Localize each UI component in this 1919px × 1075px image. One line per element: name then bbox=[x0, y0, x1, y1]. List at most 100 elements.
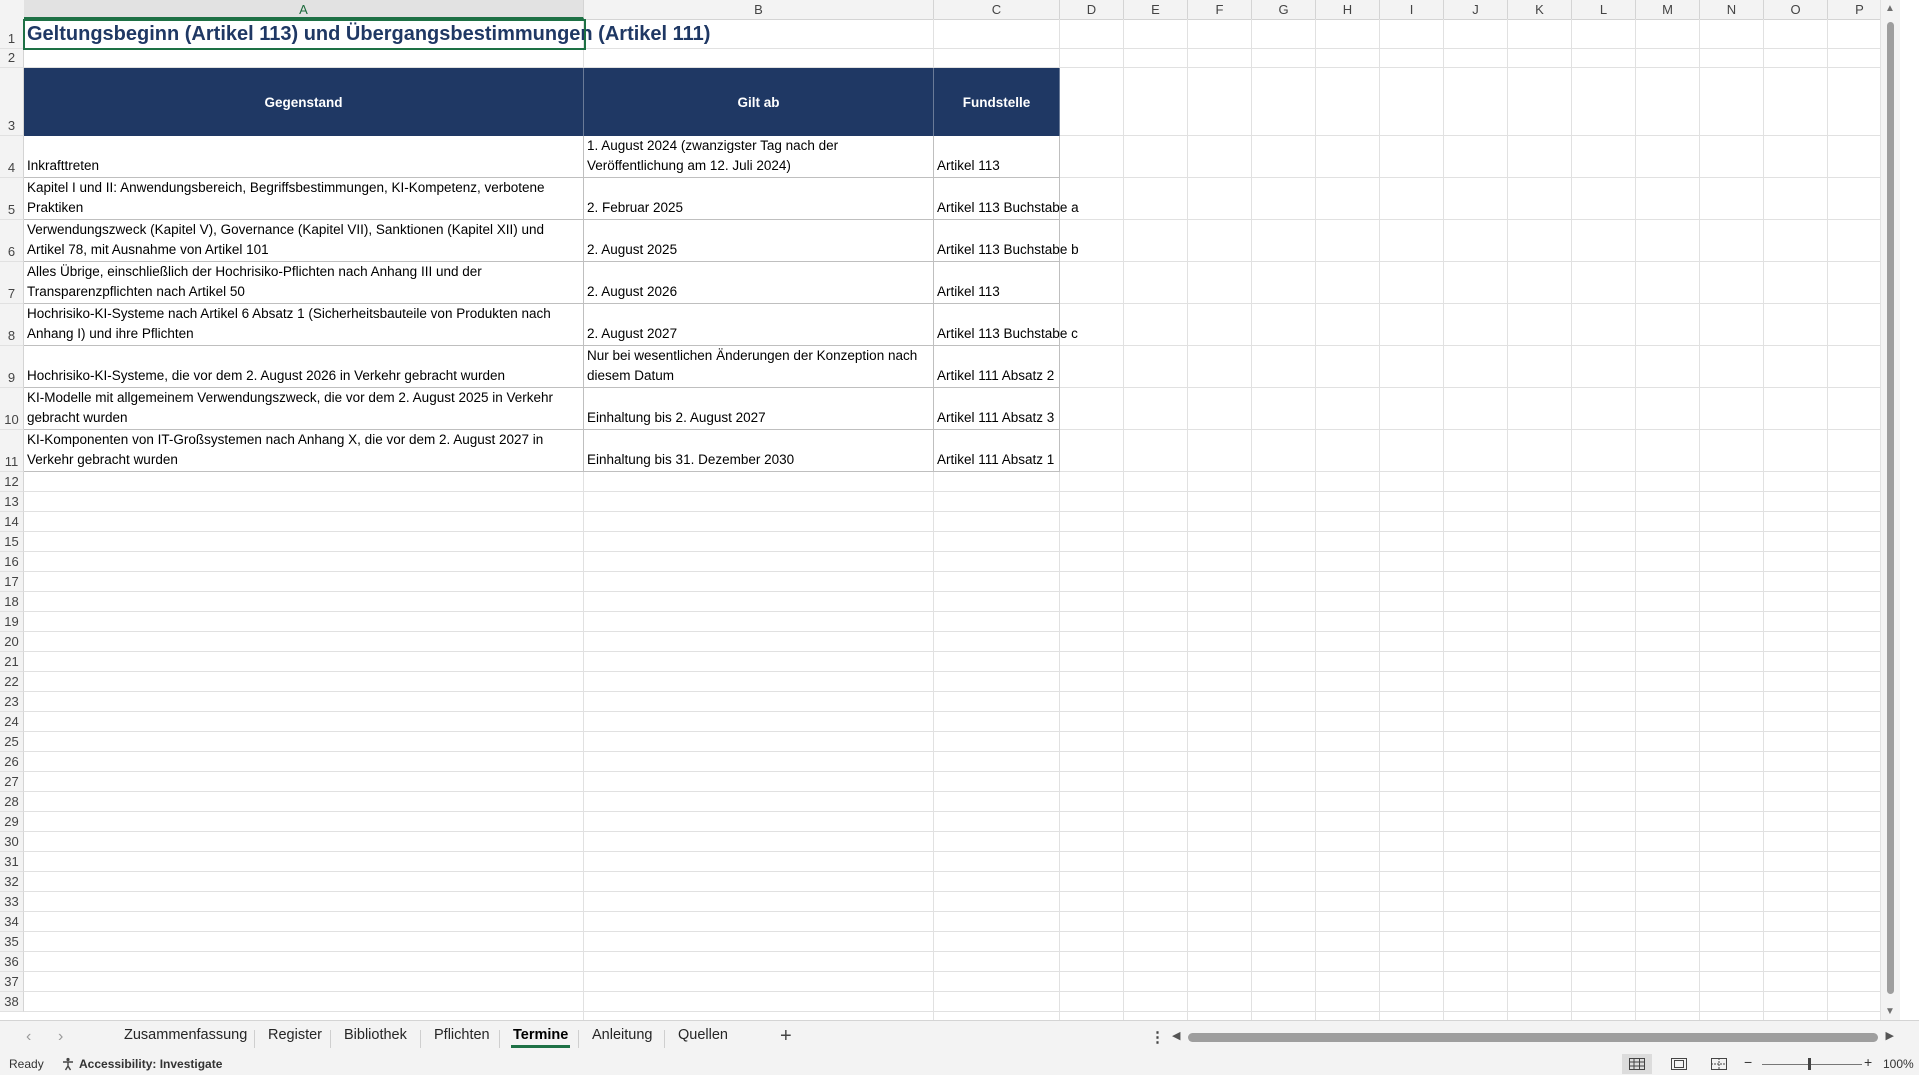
row-header-9[interactable]: 9 bbox=[0, 346, 24, 388]
zoom-in-icon[interactable]: + bbox=[1864, 1054, 1872, 1070]
row-header-38[interactable]: 38 bbox=[0, 992, 24, 1012]
column-header-k[interactable]: K bbox=[1508, 0, 1572, 19]
row-header-14[interactable]: 14 bbox=[0, 512, 24, 532]
row-header-24[interactable]: 24 bbox=[0, 712, 24, 732]
sheet-tab-bibliothek[interactable]: Bibliothek bbox=[342, 1027, 409, 1043]
accessibility-icon[interactable] bbox=[61, 1057, 75, 1074]
vertical-scrollbar[interactable]: ▲ ▼ bbox=[1880, 0, 1900, 1020]
vertical-scroll-thumb[interactable] bbox=[1887, 22, 1894, 994]
page-break-view-icon[interactable] bbox=[1704, 1054, 1734, 1074]
table-header-cell[interactable]: Gegenstand bbox=[24, 68, 584, 136]
zoom-slider[interactable] bbox=[1762, 1064, 1862, 1065]
row-header-6[interactable]: 6 bbox=[0, 220, 24, 262]
select-all-corner[interactable] bbox=[0, 0, 25, 19]
table-cell[interactable]: 2. August 2026 bbox=[584, 262, 934, 304]
table-cell[interactable]: 2. August 2025 bbox=[584, 220, 934, 262]
table-cell[interactable]: Einhaltung bis 31. Dezember 2030 bbox=[584, 430, 934, 472]
sheet-tab-zusammenfassung[interactable]: Zusammenfassung bbox=[122, 1027, 249, 1043]
row-header-25[interactable]: 25 bbox=[0, 732, 24, 752]
row-header-26[interactable]: 26 bbox=[0, 752, 24, 772]
column-header-g[interactable]: G bbox=[1252, 0, 1316, 19]
table-cell[interactable]: Hochrisiko-KI-Systeme nach Artikel 6 Abs… bbox=[24, 304, 584, 346]
row-header-30[interactable]: 30 bbox=[0, 832, 24, 852]
row-header-20[interactable]: 20 bbox=[0, 632, 24, 652]
row-header-5[interactable]: 5 bbox=[0, 178, 24, 220]
zoom-out-icon[interactable]: − bbox=[1744, 1054, 1752, 1070]
table-cell[interactable]: KI-Komponenten von IT-Großsystemen nach … bbox=[24, 430, 584, 472]
column-header-l[interactable]: L bbox=[1572, 0, 1636, 19]
table-cell[interactable]: Artikel 113 Buchstabe a bbox=[934, 178, 1079, 220]
row-header-13[interactable]: 13 bbox=[0, 492, 24, 512]
horizontal-scroll-thumb[interactable] bbox=[1188, 1033, 1878, 1042]
table-cell[interactable]: Artikel 111 Absatz 3 bbox=[934, 388, 1060, 430]
scroll-up-icon[interactable]: ▲ bbox=[1885, 3, 1895, 14]
table-cell[interactable]: Artikel 113 Buchstabe c bbox=[934, 304, 1078, 346]
row-header-33[interactable]: 33 bbox=[0, 892, 24, 912]
scroll-down-icon[interactable]: ▼ bbox=[1885, 1006, 1895, 1017]
more-options-icon[interactable]: ⋮ bbox=[1150, 1028, 1165, 1046]
table-cell[interactable]: 2. Februar 2025 bbox=[584, 178, 934, 220]
sheet-tab-anleitung[interactable]: Anleitung bbox=[590, 1027, 654, 1043]
zoom-slider-thumb[interactable] bbox=[1808, 1058, 1811, 1070]
table-cell[interactable]: KI-Modelle mit allgemeinem Verwendungszw… bbox=[24, 388, 584, 430]
column-header-o[interactable]: O bbox=[1764, 0, 1828, 19]
column-header-m[interactable]: M bbox=[1636, 0, 1700, 19]
row-header-3[interactable]: 3 bbox=[0, 68, 24, 136]
column-header-j[interactable]: J bbox=[1444, 0, 1508, 19]
row-header-27[interactable]: 27 bbox=[0, 772, 24, 792]
column-header-f[interactable]: F bbox=[1188, 0, 1252, 19]
table-cell[interactable]: Hochrisiko-KI-Systeme, die vor dem 2. Au… bbox=[24, 346, 584, 388]
row-header-17[interactable]: 17 bbox=[0, 572, 24, 592]
column-header-c[interactable]: C bbox=[934, 0, 1060, 19]
normal-view-icon[interactable] bbox=[1622, 1054, 1652, 1074]
tab-next-icon[interactable]: › bbox=[58, 1028, 63, 1046]
table-cell[interactable]: Alles Übrige, einschließlich der Hochris… bbox=[24, 262, 584, 304]
accessibility-status[interactable]: Accessibility: Investigate bbox=[79, 1057, 222, 1071]
table-header-cell[interactable]: Gilt ab bbox=[584, 68, 934, 136]
table-cell[interactable]: Inkrafttreten bbox=[24, 136, 584, 178]
zoom-level[interactable]: 100% bbox=[1883, 1057, 1914, 1071]
row-header-36[interactable]: 36 bbox=[0, 952, 24, 972]
table-cell[interactable]: Artikel 113 bbox=[934, 262, 1060, 304]
row-header-34[interactable]: 34 bbox=[0, 912, 24, 932]
row-header-29[interactable]: 29 bbox=[0, 812, 24, 832]
horizontal-scrollbar[interactable]: ◀ ▶ bbox=[1172, 1030, 1894, 1042]
sheet-tab-quellen[interactable]: Quellen bbox=[676, 1027, 730, 1043]
row-header-1[interactable]: 1 bbox=[0, 19, 24, 49]
column-header-e[interactable]: E bbox=[1124, 0, 1188, 19]
row-header-15[interactable]: 15 bbox=[0, 532, 24, 552]
row-header-12[interactable]: 12 bbox=[0, 472, 24, 492]
row-header-10[interactable]: 10 bbox=[0, 388, 24, 430]
row-header-2[interactable]: 2 bbox=[0, 49, 24, 68]
row-header-16[interactable]: 16 bbox=[0, 552, 24, 572]
row-header-7[interactable]: 7 bbox=[0, 262, 24, 304]
table-header-cell[interactable]: Fundstelle bbox=[934, 68, 1060, 136]
row-header-22[interactable]: 22 bbox=[0, 672, 24, 692]
table-cell[interactable]: 1. August 2024 (zwanzigster Tag nach der… bbox=[584, 136, 934, 178]
row-header-31[interactable]: 31 bbox=[0, 852, 24, 872]
column-header-i[interactable]: I bbox=[1380, 0, 1444, 19]
column-header-d[interactable]: D bbox=[1060, 0, 1124, 19]
table-cell[interactable]: Einhaltung bis 2. August 2027 bbox=[584, 388, 934, 430]
row-header-32[interactable]: 32 bbox=[0, 872, 24, 892]
table-cell[interactable]: Nur bei wesentlichen Änderungen der Konz… bbox=[584, 346, 934, 388]
scroll-right-icon[interactable]: ▶ bbox=[1886, 1029, 1894, 1042]
scroll-left-icon[interactable]: ◀ bbox=[1172, 1029, 1180, 1042]
row-header-8[interactable]: 8 bbox=[0, 304, 24, 346]
row-header-28[interactable]: 28 bbox=[0, 792, 24, 812]
table-cell[interactable]: Artikel 111 Absatz 2 bbox=[934, 346, 1060, 388]
tab-prev-icon[interactable]: ‹ bbox=[26, 1028, 31, 1046]
sheet-title[interactable]: Geltungsbeginn (Artikel 113) und Übergan… bbox=[24, 19, 924, 49]
sheet-tab-pflichten[interactable]: Pflichten bbox=[432, 1027, 492, 1043]
table-cell[interactable]: Verwendungszweck (Kapitel V), Governance… bbox=[24, 220, 584, 262]
table-cell[interactable]: Artikel 113 bbox=[934, 136, 1060, 178]
row-header-18[interactable]: 18 bbox=[0, 592, 24, 612]
row-header-19[interactable]: 19 bbox=[0, 612, 24, 632]
column-header-b[interactable]: B bbox=[584, 0, 934, 19]
column-header-h[interactable]: H bbox=[1316, 0, 1380, 19]
column-header-n[interactable]: N bbox=[1700, 0, 1764, 19]
row-header-11[interactable]: 11 bbox=[0, 430, 24, 472]
table-cell[interactable]: 2. August 2027 bbox=[584, 304, 934, 346]
row-header-35[interactable]: 35 bbox=[0, 932, 24, 952]
sheet-tab-register[interactable]: Register bbox=[266, 1027, 324, 1043]
